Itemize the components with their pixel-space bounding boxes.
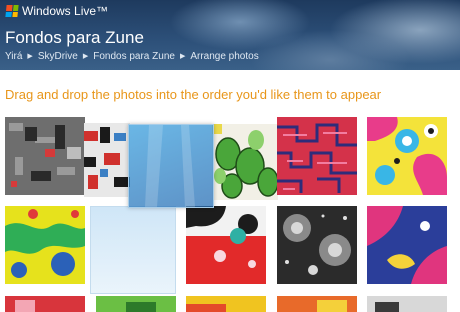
drop-placeholder[interactable] <box>90 206 176 294</box>
photo-tile[interactable] <box>277 206 357 284</box>
photo-tile[interactable] <box>277 296 357 312</box>
dragged-photo[interactable] <box>128 124 214 208</box>
photo-tile[interactable] <box>367 206 447 284</box>
photo-grid <box>0 0 460 312</box>
photo-tile[interactable] <box>186 206 266 284</box>
photo-tile[interactable] <box>5 117 85 195</box>
photo-tile[interactable] <box>5 206 85 284</box>
photo-tile[interactable] <box>212 124 278 200</box>
photo-tile[interactable] <box>186 296 266 312</box>
photo-tile[interactable] <box>84 123 130 197</box>
photo-tile[interactable] <box>96 296 176 312</box>
photo-tile[interactable] <box>5 296 85 312</box>
photo-tile[interactable] <box>367 296 447 312</box>
photo-tile[interactable] <box>277 117 357 195</box>
photo-tile[interactable] <box>367 117 447 195</box>
